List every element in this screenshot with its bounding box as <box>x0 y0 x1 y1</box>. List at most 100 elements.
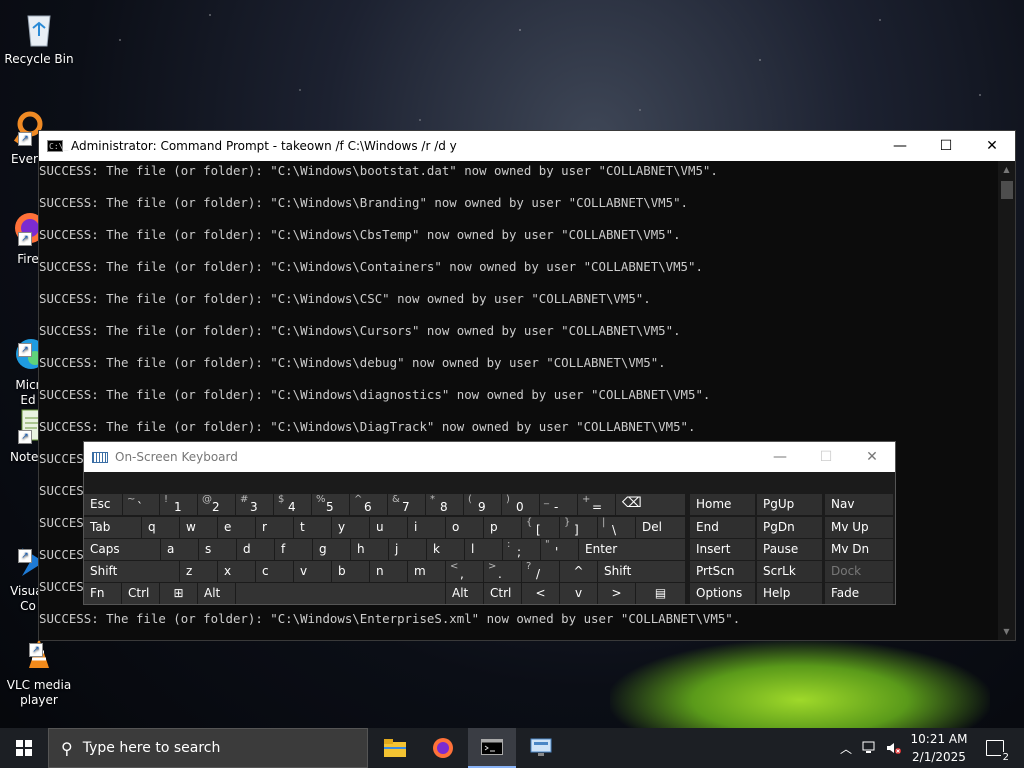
minimize-button[interactable]: — <box>757 449 803 465</box>
key-print-screen[interactable]: PrtScn <box>690 561 755 582</box>
minimize-button[interactable]: — <box>877 131 923 161</box>
cmd-vertical-scrollbar[interactable]: ▲ ▼ <box>998 161 1015 640</box>
key-3[interactable]: #3 <box>236 494 273 515</box>
key-page-down[interactable]: PgDn <box>757 517 822 538</box>
key-esc[interactable]: Esc <box>84 494 122 515</box>
key-home[interactable]: Home <box>690 494 755 515</box>
help-button[interactable]: Help <box>757 583 822 604</box>
taskbar-firefox[interactable] <box>420 728 466 768</box>
key-6[interactable]: ^ 6 <box>350 494 387 515</box>
key-period[interactable]: >. <box>484 561 521 582</box>
key-backspace[interactable]: ⌫ <box>616 494 685 515</box>
key-end[interactable]: End <box>690 517 755 538</box>
scroll-down-arrow-icon[interactable]: ▼ <box>998 623 1015 640</box>
key-t[interactable]: t <box>294 517 331 538</box>
key-w[interactable]: w <box>180 517 217 538</box>
key-pause[interactable]: Pause <box>757 539 822 560</box>
key-c[interactable]: c <box>256 561 293 582</box>
dock-button[interactable]: Dock <box>825 561 893 582</box>
taskbar-remote-desktop[interactable] <box>518 728 564 768</box>
key-4[interactable]: $4 <box>274 494 311 515</box>
key-d[interactable]: d <box>237 539 274 560</box>
on-screen-keyboard-window[interactable]: On-Screen Keyboard — ☐ ✕ Esc ~ ` ! 1 @2 #3… <box>83 441 896 605</box>
key-u[interactable]: u <box>370 517 407 538</box>
key-p[interactable]: p <box>484 517 521 538</box>
osk-title-bar[interactable]: On-Screen Keyboard — ☐ ✕ <box>84 442 895 472</box>
key-comma[interactable]: <, <box>446 561 483 582</box>
key-k[interactable]: k <box>427 539 464 560</box>
taskbar-file-explorer[interactable] <box>372 728 418 768</box>
notification-center-button[interactable]: 2 <box>980 728 1011 768</box>
arrow-up-key[interactable]: ^ <box>560 561 597 582</box>
maximize-button[interactable]: ☐ <box>923 131 969 161</box>
key-page-up[interactable]: PgUp <box>757 494 822 515</box>
desktop-icon-recycle-bin[interactable]: Recycle Bin <box>0 8 78 67</box>
scroll-thumb[interactable] <box>1001 181 1013 199</box>
key-o[interactable]: o <box>446 517 483 538</box>
key-1[interactable]: ! 1 <box>160 494 197 515</box>
key-left-bracket[interactable]: {[ <box>522 517 559 538</box>
key-y[interactable]: y <box>332 517 369 538</box>
close-button[interactable]: ✕ <box>969 131 1015 161</box>
key-q[interactable]: q <box>142 517 179 538</box>
show-hidden-icons-chevron-icon[interactable]: ︿ <box>836 728 856 768</box>
network-icon[interactable] <box>860 728 880 768</box>
arrow-right-key[interactable]: > <box>598 583 635 604</box>
fade-button[interactable]: Fade <box>825 583 893 604</box>
key-0[interactable]: ) 0 <box>502 494 539 515</box>
key-r[interactable]: r <box>256 517 293 538</box>
key-alt-left[interactable]: Alt <box>198 583 235 604</box>
key-b[interactable]: b <box>332 561 369 582</box>
key-scroll-lock[interactable]: ScrLk <box>757 561 822 582</box>
key-slash[interactable]: ? / <box>522 561 559 582</box>
nav-button[interactable]: Nav <box>825 494 893 515</box>
key-semicolon[interactable]: :; <box>503 539 540 560</box>
move-down-button[interactable]: Mv Dn <box>825 539 893 560</box>
key-ctrl-left[interactable]: Ctrl <box>122 583 159 604</box>
close-button[interactable]: ✕ <box>849 449 895 465</box>
key-i[interactable]: i <box>408 517 445 538</box>
key-backslash[interactable]: | \ <box>598 517 635 538</box>
key-context-menu[interactable]: ▤ <box>636 583 685 604</box>
key-shift-right[interactable]: Shift <box>598 561 685 582</box>
key-quote[interactable]: " ' <box>541 539 578 560</box>
key-8[interactable]: * 8 <box>426 494 463 515</box>
key-equals[interactable]: + = <box>578 494 615 515</box>
key-f[interactable]: f <box>275 539 312 560</box>
key-ctrl-right[interactable]: Ctrl <box>484 583 521 604</box>
key-e[interactable]: e <box>218 517 255 538</box>
cmd-title-bar[interactable]: C:\_ Administrator: Command Prompt - tak… <box>39 131 1015 161</box>
key-a[interactable]: a <box>161 539 198 560</box>
key-windows[interactable]: ⊞ <box>160 583 197 604</box>
key-7[interactable]: & 7 <box>388 494 425 515</box>
key-s[interactable]: s <box>199 539 236 560</box>
move-up-button[interactable]: Mv Up <box>825 517 893 538</box>
key-x[interactable]: x <box>218 561 255 582</box>
taskbar-command-prompt[interactable] <box>468 728 516 768</box>
key-enter[interactable]: Enter <box>579 539 685 560</box>
key-l[interactable]: l <box>465 539 502 560</box>
key-shift-left[interactable]: Shift <box>84 561 179 582</box>
key-v[interactable]: v <box>294 561 331 582</box>
arrow-down-key[interactable]: v <box>560 583 597 604</box>
key-right-bracket[interactable]: }] <box>560 517 597 538</box>
key-z[interactable]: z <box>180 561 217 582</box>
scroll-up-arrow-icon[interactable]: ▲ <box>998 161 1015 178</box>
arrow-left-key[interactable]: < <box>522 583 559 604</box>
key-delete[interactable]: Del <box>636 517 685 538</box>
key-alt-right[interactable]: Alt <box>446 583 483 604</box>
key-m[interactable]: m <box>408 561 445 582</box>
key-5[interactable]: % 5 <box>312 494 349 515</box>
key-tab[interactable]: Tab <box>84 517 141 538</box>
key-backtick[interactable]: ~ ` <box>123 494 159 515</box>
key-space[interactable] <box>236 583 445 604</box>
key-h[interactable]: h <box>351 539 388 560</box>
key-9[interactable]: (9 <box>464 494 501 515</box>
system-clock[interactable]: 10:21 AM 2/1/2025 <box>904 730 974 766</box>
key-minus[interactable]: _ - <box>540 494 577 515</box>
key-fn[interactable]: Fn <box>84 583 121 604</box>
key-2[interactable]: @2 <box>198 494 235 515</box>
key-j[interactable]: j <box>389 539 426 560</box>
options-button[interactable]: Options <box>690 583 755 604</box>
volume-muted-icon[interactable] <box>884 728 904 768</box>
